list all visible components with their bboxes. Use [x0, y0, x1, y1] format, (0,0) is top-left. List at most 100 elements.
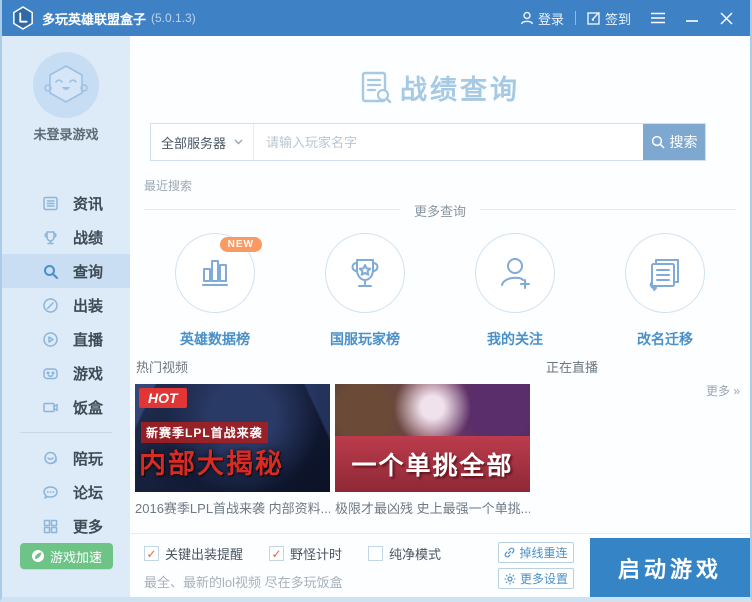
- user-icon: [520, 11, 534, 25]
- jungle-timer-checkbox[interactable]: ✓ 野怪计时: [269, 544, 342, 563]
- rename-transfer-item[interactable]: 改名迁移: [610, 233, 720, 349]
- sidebar-item-companion[interactable]: 陪玩: [2, 441, 130, 475]
- hot-videos-header: 热门视频: [136, 357, 188, 376]
- sidebar-item-news[interactable]: 资讯: [2, 186, 130, 220]
- sidebar-divider: [20, 432, 112, 433]
- search-icon: [651, 135, 665, 149]
- match-query-icon: [360, 71, 392, 105]
- chat-icon: [42, 484, 59, 501]
- avatar[interactable]: [33, 52, 99, 118]
- pencil-icon: [42, 297, 59, 314]
- more-settings-button[interactable]: 更多设置: [498, 568, 574, 589]
- thumbnail-banner: 一个单挑全部: [335, 436, 530, 492]
- rename-transfer-circle: [625, 233, 705, 313]
- video-caption[interactable]: 极限才最凶残 史上最强一个单挑...: [335, 498, 530, 517]
- sidebar-item-games[interactable]: 游戏: [2, 356, 130, 390]
- live-now-header: 正在直播: [546, 357, 598, 376]
- player-rank-circle: [325, 233, 405, 313]
- my-follows-item[interactable]: 我的关注: [460, 233, 570, 349]
- search-button-label: 搜索: [670, 132, 698, 152]
- login-button[interactable]: 登录: [520, 9, 564, 28]
- signin-button[interactable]: 签到: [587, 9, 631, 28]
- sidebar-item-label: 更多: [73, 516, 103, 537]
- signin-icon: [587, 11, 601, 25]
- sidebar-nav: 资讯 战绩 查询 出装 直播: [2, 186, 130, 543]
- hero-stats-rank-item[interactable]: NEW 英雄数据榜: [160, 233, 270, 349]
- sidebar-item-forum[interactable]: 论坛: [2, 475, 130, 509]
- reconnect-label: 掉线重连: [519, 544, 567, 561]
- main-content: 战绩查询 全部服务器 搜索 最近搜索 更多查询: [130, 36, 750, 597]
- more-query-label: 更多查询: [400, 204, 480, 219]
- recent-search-label: 最近搜索: [144, 177, 192, 194]
- login-status-text: 未登录游戏: [2, 124, 130, 143]
- sidebar-item-live[interactable]: 直播: [2, 322, 130, 356]
- sidebar-item-label: 陪玩: [73, 448, 103, 469]
- reconnect-button[interactable]: 掉线重连: [498, 542, 574, 563]
- app-window: 多玩英雄联盟盒子 (5.0.1.3) 登录 签到: [0, 0, 752, 602]
- checkbox-label: 野怪计时: [290, 544, 342, 563]
- new-badge: NEW: [220, 237, 262, 252]
- pure-mode-checkbox[interactable]: ✓ 纯净模式: [368, 544, 441, 563]
- thumbnail-banner-text: 一个单挑全部: [351, 446, 513, 482]
- minimize-icon: [685, 12, 699, 24]
- query-item-label: 英雄数据榜: [180, 329, 250, 349]
- grid-icon: [42, 518, 59, 535]
- checkbox-box: ✓: [368, 546, 383, 561]
- thumbnail-overlay-title: 内部大揭秘: [139, 442, 284, 481]
- sidebar-item-label: 出装: [73, 295, 103, 316]
- video-thumbnail-lpl[interactable]: HOT 新赛季LPL首战来袭 内部大揭秘: [135, 384, 330, 492]
- sidebar-item-query[interactable]: 查询: [2, 254, 130, 288]
- promo-text: 最全、最新的lol视频 尽在多玩饭盒: [144, 572, 343, 591]
- play-icon: [42, 331, 59, 348]
- trophy-icon: [42, 229, 59, 246]
- link-icon: [504, 547, 515, 558]
- checkbox-label: 关键出装提醒: [165, 544, 243, 563]
- news-icon: [42, 195, 59, 212]
- sidebar-item-label: 直播: [73, 329, 103, 350]
- more-link[interactable]: 更多 »: [706, 382, 740, 399]
- camera-icon: [42, 399, 59, 416]
- sidebar-item-fanbox[interactable]: 饭盒: [2, 390, 130, 424]
- query-item-label: 国服玩家榜: [330, 329, 400, 349]
- game-boost-button[interactable]: 游戏加速: [20, 543, 113, 569]
- trophy-star-icon: [344, 252, 386, 294]
- avatar-face-icon: [42, 61, 90, 109]
- sidebar-item-more[interactable]: 更多: [2, 509, 130, 543]
- app-title: 多玩英雄联盟盒子: [42, 9, 146, 28]
- player-search-input[interactable]: [254, 124, 643, 160]
- sidebar-item-matches[interactable]: 战绩: [2, 220, 130, 254]
- server-player-rank-item[interactable]: 国服玩家榜: [310, 233, 420, 349]
- launch-game-button[interactable]: 启动游戏: [590, 538, 750, 598]
- add-user-icon: [494, 252, 536, 294]
- app-version: (5.0.1.3): [151, 11, 196, 25]
- server-dropdown[interactable]: 全部服务器: [151, 124, 254, 160]
- thumbnail-overlay-subtitle: 新赛季LPL首战来袭: [141, 422, 268, 443]
- footer-bar: ✓ 关键出装提醒 ✓ 野怪计时 ✓ 纯净模式 最全、最新的lol视频 尽在多玩饭…: [130, 533, 750, 597]
- key-build-reminder-checkbox[interactable]: ✓ 关键出装提醒: [144, 544, 243, 563]
- sidebar-item-label: 论坛: [73, 482, 103, 503]
- boost-icon: [31, 549, 45, 563]
- checkbox-label: 纯净模式: [389, 544, 441, 563]
- menu-button[interactable]: [644, 6, 672, 30]
- minimize-button[interactable]: [678, 6, 706, 30]
- query-shortcuts: NEW 英雄数据榜 国服玩家榜 我的关注: [130, 233, 750, 349]
- game-boost-label: 游戏加速: [50, 547, 102, 566]
- server-dropdown-value: 全部服务器: [161, 133, 226, 152]
- sidebar-item-builds[interactable]: 出装: [2, 288, 130, 322]
- close-button[interactable]: [712, 6, 740, 30]
- gamepad-icon: [42, 365, 59, 382]
- video-caption[interactable]: 2016赛季LPL首战来袭 内部资料...: [135, 498, 330, 517]
- page-title: 战绩查询: [130, 68, 750, 107]
- document-transfer-icon: [644, 252, 686, 294]
- video-thumbnail-solo[interactable]: 一个单挑全部: [335, 384, 530, 492]
- chevron-down-icon: [234, 139, 243, 145]
- query-item-label: 改名迁移: [637, 329, 693, 349]
- sidebar: 未登录游戏 资讯 战绩 查询 出装: [2, 36, 130, 597]
- page-title-text: 战绩查询: [400, 68, 520, 107]
- title-bar: 多玩英雄联盟盒子 (5.0.1.3) 登录 签到: [0, 0, 752, 36]
- search-button[interactable]: 搜索: [643, 124, 705, 160]
- login-label: 登录: [538, 9, 564, 28]
- query-item-label: 我的关注: [487, 329, 543, 349]
- hot-badge: HOT: [139, 388, 187, 408]
- sidebar-item-label: 饭盒: [73, 397, 103, 418]
